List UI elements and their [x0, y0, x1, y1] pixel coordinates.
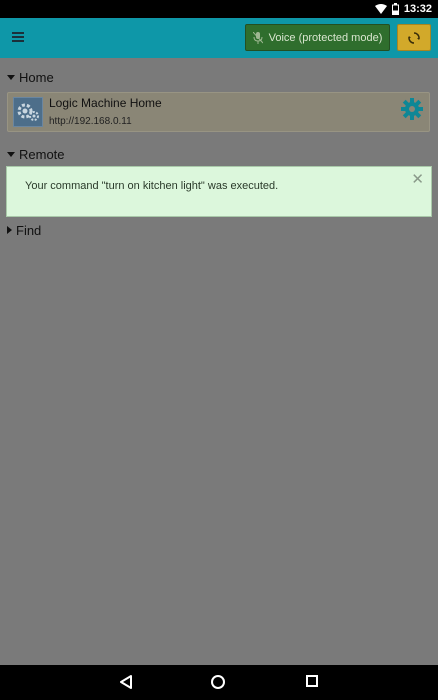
recents-icon[interactable] — [306, 675, 318, 687]
app-bar: Voice (protected mode) — [0, 18, 438, 58]
home-icon[interactable] — [211, 675, 225, 689]
gear-icon[interactable] — [401, 98, 423, 120]
section-find[interactable]: Find — [7, 221, 41, 239]
status-bar: 13:32 — [0, 0, 438, 18]
section-remote-label: Remote — [19, 146, 65, 162]
status-icons: 13:32 — [374, 2, 432, 16]
gears-icon — [13, 97, 43, 127]
notification-toast: Your command "turn on kitchen light" was… — [6, 166, 432, 217]
voice-button-label: Voice (protected mode) — [268, 31, 383, 44]
mic-off-icon — [252, 31, 263, 44]
toast-message: Your command "turn on kitchen light" was… — [25, 180, 279, 192]
expand-arrow-icon — [7, 151, 15, 157]
menu-icon[interactable] — [12, 32, 24, 44]
device-url: http://192.168.0.11 — [49, 116, 132, 127]
section-remote[interactable]: Remote — [7, 145, 65, 163]
sync-icon — [408, 31, 420, 44]
section-home-label: Home — [19, 69, 54, 85]
section-find-label: Find — [16, 222, 42, 238]
back-icon[interactable] — [120, 675, 132, 689]
wifi-icon — [374, 4, 387, 14]
battery-icon — [391, 3, 399, 15]
voice-button[interactable]: Voice (protected mode) — [245, 24, 390, 51]
device-title: Logic Machine Home — [49, 96, 162, 110]
collapse-arrow-icon — [7, 226, 12, 234]
close-icon[interactable]: ✕ — [411, 172, 424, 187]
section-home[interactable]: Home — [7, 68, 54, 86]
sync-button[interactable] — [397, 24, 431, 51]
navigation-bar — [0, 665, 438, 700]
expand-arrow-icon — [7, 74, 15, 80]
device-card[interactable]: Logic Machine Home http://192.168.0.11 — [7, 92, 430, 132]
status-time: 13:32 — [403, 3, 432, 15]
